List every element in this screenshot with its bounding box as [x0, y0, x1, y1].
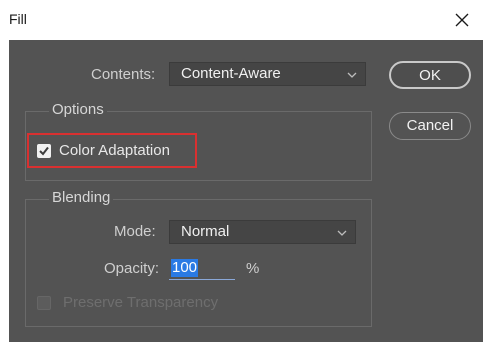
contents-value: Content-Aware: [181, 65, 281, 82]
fill-dialog-body: Contents: Content-Aware OK Cancel Option…: [9, 40, 483, 342]
options-group-title: Options: [49, 101, 107, 118]
opacity-input[interactable]: 100: [169, 258, 235, 280]
mode-select[interactable]: Normal: [169, 220, 356, 244]
blending-group-title: Blending: [49, 189, 114, 206]
mode-value: Normal: [181, 223, 230, 240]
cancel-button[interactable]: Cancel: [389, 112, 471, 140]
close-button[interactable]: [450, 8, 474, 32]
checkmark-icon: [39, 146, 49, 156]
color-adaptation-label[interactable]: Color Adaptation: [59, 142, 170, 159]
opacity-label: Opacity:: [104, 260, 160, 277]
chevron-down-icon: [347, 72, 357, 78]
contents-select[interactable]: Content-Aware: [169, 62, 366, 86]
preserve-transparency-checkbox[interactable]: [37, 296, 51, 310]
chevron-down-icon: [337, 230, 347, 236]
window-title: Fill: [9, 11, 27, 27]
opacity-value: 100: [171, 259, 199, 277]
ok-button[interactable]: OK: [389, 61, 471, 89]
preserve-transparency-label: Preserve Transparency: [63, 294, 219, 311]
contents-label: Contents:: [91, 66, 156, 83]
mode-label: Mode:: [114, 223, 156, 240]
close-icon: [455, 13, 469, 27]
title-bar: Fill: [0, 0, 483, 40]
color-adaptation-checkbox[interactable]: [37, 144, 51, 158]
opacity-unit: %: [246, 260, 260, 277]
